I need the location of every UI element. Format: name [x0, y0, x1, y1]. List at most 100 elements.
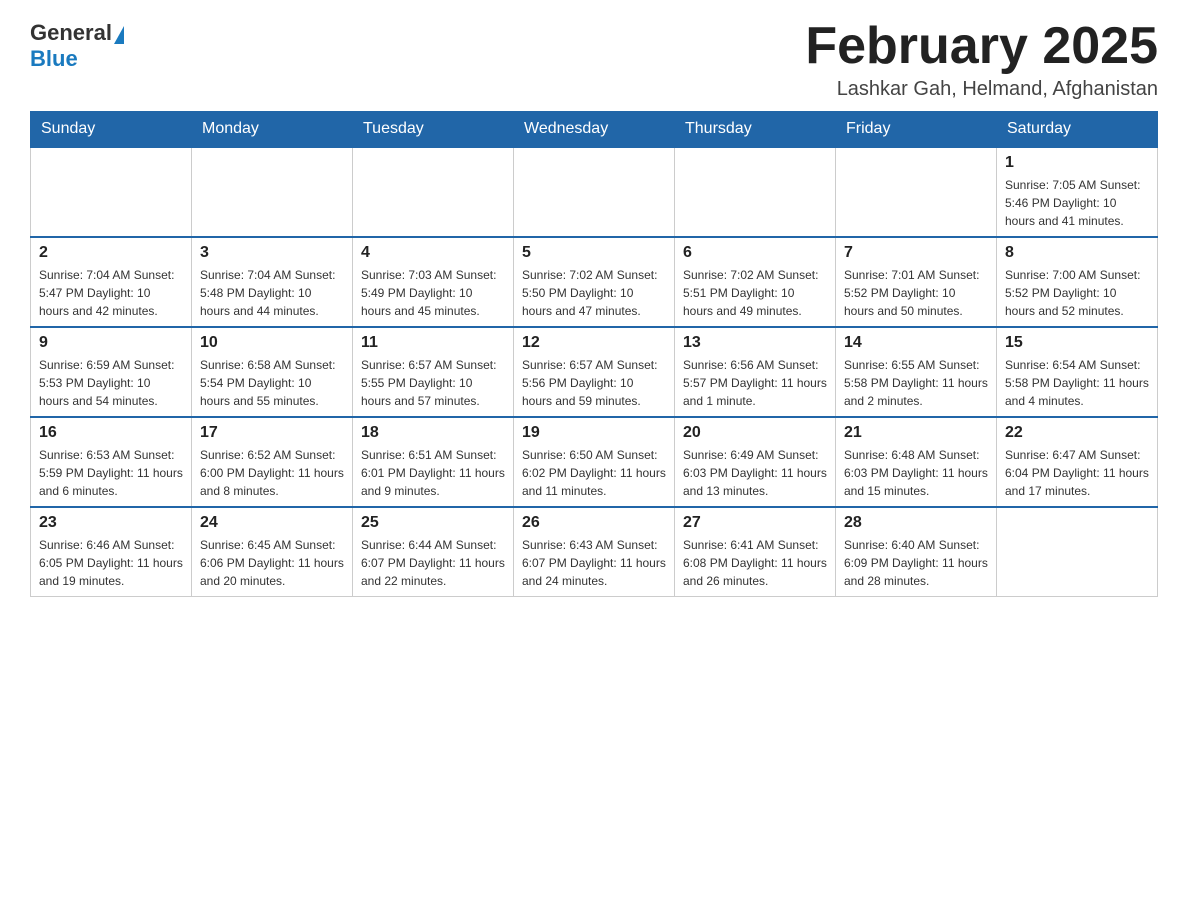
- day-cell: 24 Sunrise: 6:45 AM Sunset: 6:06 PM Dayli…: [192, 507, 353, 597]
- header-friday: Friday: [836, 112, 997, 148]
- week-row-5: 23 Sunrise: 6:46 AM Sunset: 6:05 PM Dayli…: [31, 507, 1158, 597]
- day-cell: 7Sunrise: 7:01 AM Sunset: 5:52 PM Daylig…: [836, 237, 997, 327]
- day-info: Sunrise: 6:56 AM Sunset: 5:57 PM Dayligh…: [683, 356, 827, 410]
- calendar-header-row: SundayMondayTuesdayWednesdayThursdayFrid…: [31, 112, 1158, 148]
- day-cell: 26 Sunrise: 6:43 AM Sunset: 6:07 PM Dayli…: [514, 507, 675, 597]
- day-info: Sunrise: 6:54 AM Sunset: 5:58 PM Dayligh…: [1005, 356, 1149, 410]
- day-cell: 17Sunrise: 6:52 AM Sunset: 6:00 PM Dayli…: [192, 417, 353, 507]
- day-number: 23: [39, 514, 183, 532]
- week-row-4: 16 Sunrise: 6:53 AM Sunset: 5:59 PM Dayli…: [31, 417, 1158, 507]
- day-cell: 21 Sunrise: 6:48 AM Sunset: 6:03 PM Dayli…: [836, 417, 997, 507]
- day-number: 16: [39, 424, 183, 442]
- day-cell: [675, 147, 836, 237]
- day-cell: 4 Sunrise: 7:03 AM Sunset: 5:49 PM Daylig…: [353, 237, 514, 327]
- header-thursday: Thursday: [675, 112, 836, 148]
- day-cell: 14 Sunrise: 6:55 AM Sunset: 5:58 PM Dayli…: [836, 327, 997, 417]
- location-title: Lashkar Gah, Helmand, Afghanistan: [805, 78, 1158, 101]
- day-number: 8: [1005, 244, 1149, 262]
- day-cell: 1 Sunrise: 7:05 AM Sunset: 5:46 PM Daylig…: [997, 147, 1158, 237]
- day-info: Sunrise: 6:43 AM Sunset: 6:07 PM Dayligh…: [522, 536, 666, 590]
- header-saturday: Saturday: [997, 112, 1158, 148]
- day-number: 20: [683, 424, 827, 442]
- day-cell: 3Sunrise: 7:04 AM Sunset: 5:48 PM Daylig…: [192, 237, 353, 327]
- day-number: 11: [361, 334, 505, 352]
- day-info: Sunrise: 7:03 AM Sunset: 5:49 PM Dayligh…: [361, 266, 505, 320]
- day-number: 2: [39, 244, 183, 262]
- day-info: Sunrise: 6:57 AM Sunset: 5:56 PM Dayligh…: [522, 356, 666, 410]
- day-number: 22: [1005, 424, 1149, 442]
- day-number: 10: [200, 334, 344, 352]
- logo-general-text: General: [30, 20, 112, 46]
- day-number: 14: [844, 334, 988, 352]
- day-cell: 11Sunrise: 6:57 AM Sunset: 5:55 PM Dayli…: [353, 327, 514, 417]
- header-tuesday: Tuesday: [353, 112, 514, 148]
- day-info: Sunrise: 7:00 AM Sunset: 5:52 PM Dayligh…: [1005, 266, 1149, 320]
- day-number: 1: [1005, 154, 1149, 172]
- day-info: Sunrise: 7:02 AM Sunset: 5:51 PM Dayligh…: [683, 266, 827, 320]
- day-cell: 20 Sunrise: 6:49 AM Sunset: 6:03 PM Dayli…: [675, 417, 836, 507]
- day-number: 7: [844, 244, 988, 262]
- logo-blue-text: Blue: [30, 46, 78, 72]
- day-cell: 6 Sunrise: 7:02 AM Sunset: 5:51 PM Daylig…: [675, 237, 836, 327]
- day-cell: 13 Sunrise: 6:56 AM Sunset: 5:57 PM Dayli…: [675, 327, 836, 417]
- day-info: Sunrise: 6:48 AM Sunset: 6:03 PM Dayligh…: [844, 446, 988, 500]
- day-cell: [514, 147, 675, 237]
- day-cell: 12 Sunrise: 6:57 AM Sunset: 5:56 PM Dayli…: [514, 327, 675, 417]
- day-info: Sunrise: 7:04 AM Sunset: 5:48 PM Dayligh…: [200, 266, 344, 320]
- day-info: Sunrise: 6:55 AM Sunset: 5:58 PM Dayligh…: [844, 356, 988, 410]
- day-info: Sunrise: 6:50 AM Sunset: 6:02 PM Dayligh…: [522, 446, 666, 500]
- day-cell: 9 Sunrise: 6:59 AM Sunset: 5:53 PM Daylig…: [31, 327, 192, 417]
- day-cell: 15 Sunrise: 6:54 AM Sunset: 5:58 PM Dayli…: [997, 327, 1158, 417]
- day-cell: [353, 147, 514, 237]
- day-info: Sunrise: 6:45 AM Sunset: 6:06 PM Dayligh…: [200, 536, 344, 590]
- header-wednesday: Wednesday: [514, 112, 675, 148]
- day-number: 28: [844, 514, 988, 532]
- day-info: Sunrise: 6:41 AM Sunset: 6:08 PM Dayligh…: [683, 536, 827, 590]
- logo: General Blue: [30, 20, 126, 72]
- day-number: 9: [39, 334, 183, 352]
- day-cell: 10 Sunrise: 6:58 AM Sunset: 5:54 PM Dayli…: [192, 327, 353, 417]
- week-row-1: 1 Sunrise: 7:05 AM Sunset: 5:46 PM Daylig…: [31, 147, 1158, 237]
- day-cell: [31, 147, 192, 237]
- day-cell: 28 Sunrise: 6:40 AM Sunset: 6:09 PM Dayli…: [836, 507, 997, 597]
- day-number: 4: [361, 244, 505, 262]
- day-number: 5: [522, 244, 666, 262]
- day-cell: 19Sunrise: 6:50 AM Sunset: 6:02 PM Dayli…: [514, 417, 675, 507]
- day-number: 24: [200, 514, 344, 532]
- day-number: 18: [361, 424, 505, 442]
- day-cell: 27 Sunrise: 6:41 AM Sunset: 6:08 PM Dayli…: [675, 507, 836, 597]
- header-monday: Monday: [192, 112, 353, 148]
- day-info: Sunrise: 7:05 AM Sunset: 5:46 PM Dayligh…: [1005, 176, 1149, 230]
- day-info: Sunrise: 7:04 AM Sunset: 5:47 PM Dayligh…: [39, 266, 183, 320]
- day-cell: 5Sunrise: 7:02 AM Sunset: 5:50 PM Daylig…: [514, 237, 675, 327]
- day-info: Sunrise: 6:44 AM Sunset: 6:07 PM Dayligh…: [361, 536, 505, 590]
- day-info: Sunrise: 6:49 AM Sunset: 6:03 PM Dayligh…: [683, 446, 827, 500]
- day-info: Sunrise: 6:59 AM Sunset: 5:53 PM Dayligh…: [39, 356, 183, 410]
- day-number: 6: [683, 244, 827, 262]
- day-info: Sunrise: 6:40 AM Sunset: 6:09 PM Dayligh…: [844, 536, 988, 590]
- day-number: 27: [683, 514, 827, 532]
- day-cell: 25Sunrise: 6:44 AM Sunset: 6:07 PM Dayli…: [353, 507, 514, 597]
- day-info: Sunrise: 6:46 AM Sunset: 6:05 PM Dayligh…: [39, 536, 183, 590]
- day-cell: 23 Sunrise: 6:46 AM Sunset: 6:05 PM Dayli…: [31, 507, 192, 597]
- day-cell: [997, 507, 1158, 597]
- day-cell: [192, 147, 353, 237]
- day-number: 21: [844, 424, 988, 442]
- logo-triangle-icon: [114, 26, 124, 44]
- day-number: 26: [522, 514, 666, 532]
- day-number: 12: [522, 334, 666, 352]
- day-cell: 22 Sunrise: 6:47 AM Sunset: 6:04 PM Dayli…: [997, 417, 1158, 507]
- day-info: Sunrise: 6:51 AM Sunset: 6:01 PM Dayligh…: [361, 446, 505, 500]
- day-number: 13: [683, 334, 827, 352]
- calendar-table: SundayMondayTuesdayWednesdayThursdayFrid…: [30, 111, 1158, 597]
- day-cell: 8 Sunrise: 7:00 AM Sunset: 5:52 PM Daylig…: [997, 237, 1158, 327]
- day-cell: 16 Sunrise: 6:53 AM Sunset: 5:59 PM Dayli…: [31, 417, 192, 507]
- month-title: February 2025: [805, 20, 1158, 72]
- day-info: Sunrise: 6:58 AM Sunset: 5:54 PM Dayligh…: [200, 356, 344, 410]
- week-row-2: 2 Sunrise: 7:04 AM Sunset: 5:47 PM Daylig…: [31, 237, 1158, 327]
- day-cell: [836, 147, 997, 237]
- header: General Blue February 2025 Lashkar Gah, …: [30, 20, 1158, 101]
- day-info: Sunrise: 6:47 AM Sunset: 6:04 PM Dayligh…: [1005, 446, 1149, 500]
- day-number: 15: [1005, 334, 1149, 352]
- day-info: Sunrise: 6:53 AM Sunset: 5:59 PM Dayligh…: [39, 446, 183, 500]
